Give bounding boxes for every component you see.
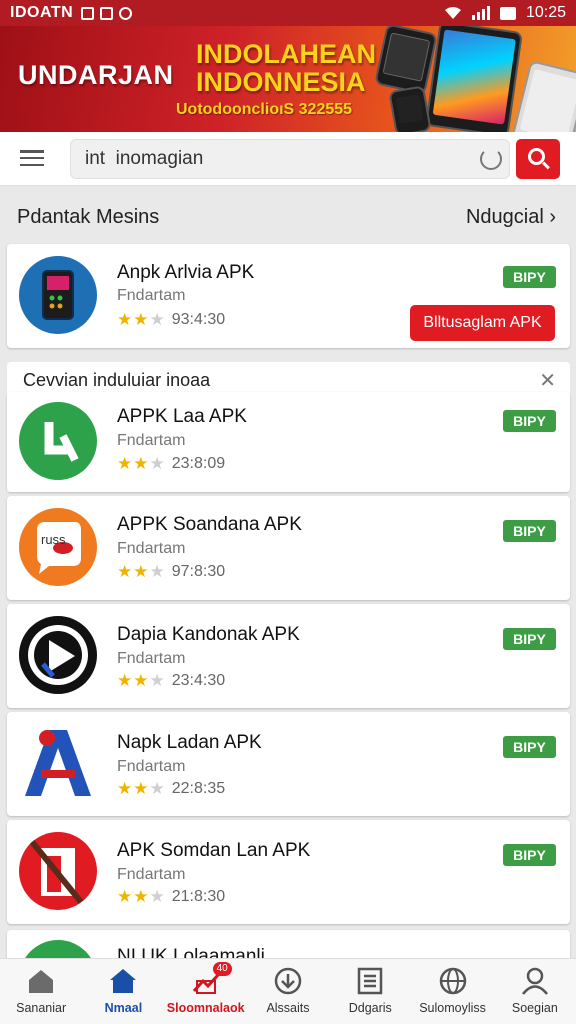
star-icon: ★ — [117, 671, 133, 690]
app-badge[interactable]: BIPY — [503, 410, 556, 432]
battery-icon — [499, 6, 516, 20]
star-icon: ★ — [149, 887, 165, 906]
nav-item-profile[interactable]: Soegian — [494, 959, 576, 1024]
app-developer: Fndartam — [117, 866, 186, 883]
nav-item-list[interactable]: Ddgaris — [329, 959, 411, 1024]
app-name: APPK Laa APK — [117, 406, 247, 427]
app-badge[interactable]: BIPY — [503, 520, 556, 542]
star-icon: ★ — [133, 671, 149, 690]
app-icon — [19, 256, 97, 334]
app-badge[interactable]: BIPY — [503, 628, 556, 650]
user-icon — [521, 967, 548, 995]
phone-image — [510, 59, 576, 132]
nav-item-globe[interactable]: Sulomoyliss — [411, 959, 493, 1024]
letter-a-icon — [19, 724, 97, 802]
star-icon: ★ — [133, 562, 149, 581]
house-blue-icon — [110, 969, 137, 993]
star-icon: ★ — [117, 887, 133, 906]
star-icon: ★ — [133, 779, 149, 798]
close-icon[interactable]: ✕ — [539, 368, 556, 393]
bottom-nav: Sananiar Nmaal 40 Sloomnalaok Alssaits D… — [0, 958, 576, 1024]
app-developer: Fndartam — [117, 758, 186, 775]
star-icon: ★ — [149, 671, 165, 690]
promo-banner[interactable]: UNDARJAN INDOLAHEAN INDONNESIA Uotodoonc… — [0, 26, 576, 132]
status-bar: IDOATN 10:25 — [0, 0, 576, 26]
star-icon: ★ — [117, 454, 133, 473]
search-input[interactable] — [70, 139, 510, 179]
pen-icon — [19, 832, 97, 910]
section-title: Pdantak Mesins — [17, 206, 160, 228]
app-name: Anpk Arlvia APK — [117, 262, 255, 283]
list-item[interactable]: Napk Ladan APK Fndartam ★ ★ ★ 22:8:35 BIPY — [7, 712, 570, 816]
app-rating: ★ ★ ★ 93:4:30 — [117, 310, 226, 329]
star-icon: ★ — [133, 454, 149, 473]
list-header: Cevvian induluiar inoaa — [23, 370, 211, 390]
app-rating: ★ ★ ★ 22:8:35 — [117, 779, 226, 798]
list-item[interactable]: russ APPK Soandana APK Fndartam ★ ★ ★ 97:8… — [7, 496, 570, 600]
app-rating: ★ ★ ★ 21:8:30 — [117, 887, 226, 906]
star-icon: ★ — [149, 562, 165, 581]
app-badge[interactable]: BIPY — [503, 844, 556, 866]
nav-item-home[interactable]: Sananiar — [0, 959, 82, 1024]
download-apk-button[interactable]: Blltusaglam APK — [410, 305, 555, 341]
menu-icon[interactable] — [20, 150, 44, 166]
svg-text:russ: russ — [41, 532, 66, 547]
orange-chat-icon: russ — [19, 508, 97, 586]
app-name: APPK Soandana APK — [117, 514, 302, 535]
clock-time: 10:25 — [525, 4, 566, 21]
download-icon — [274, 967, 302, 995]
app-rating: ★ ★ ★ 23:4:30 — [117, 671, 226, 690]
play-icon — [19, 616, 97, 694]
app-name: Napk Ladan APK — [117, 732, 262, 753]
refresh-icon[interactable] — [480, 148, 502, 170]
phone-image — [425, 26, 523, 132]
section-header: Pdantak Mesins Ndugcial › — [0, 196, 576, 240]
notification-icon — [81, 6, 95, 20]
star-icon: ★ — [149, 779, 165, 798]
nav-item-main[interactable]: Nmaal — [82, 959, 164, 1024]
star-icon: ★ — [133, 310, 149, 329]
list-item[interactable]: Dapia Kandonak APK Fndartam ★ ★ ★ 23:4:30 … — [7, 604, 570, 708]
app-developer: Fndartam — [117, 287, 186, 304]
nav-item-trending[interactable]: 40 Sloomnalaok — [165, 959, 247, 1024]
list-item[interactable]: APPK Laa APK Fndartam ★ ★ ★ 23:8:09 BIPY — [7, 392, 570, 492]
green-arrow-icon — [19, 402, 97, 480]
star-icon: ★ — [117, 310, 133, 329]
app-name: Dapia Kandonak APK — [117, 624, 300, 645]
star-icon: ★ — [149, 310, 165, 329]
banner-left-text: UNDARJAN — [18, 60, 174, 90]
section-more-link[interactable]: Ndugcial › — [466, 206, 556, 229]
app-developer: Fndartam — [117, 650, 186, 667]
signal-icon — [471, 6, 490, 20]
app-badge[interactable]: BIPY — [503, 736, 556, 758]
star-icon: ★ — [133, 887, 149, 906]
star-icon: ★ — [117, 562, 133, 581]
gallery-icon — [100, 6, 114, 20]
globe-icon — [439, 967, 466, 995]
app-badge[interactable]: BIPY — [503, 266, 556, 288]
star-icon: ★ — [149, 454, 165, 473]
chevron-right-icon: › — [549, 206, 556, 228]
home-icon — [29, 970, 54, 993]
search-bar — [0, 132, 576, 186]
clock-icon — [119, 6, 133, 20]
list-icon — [358, 967, 383, 995]
star-icon: ★ — [117, 779, 133, 798]
nav-badge: 40 — [212, 962, 232, 976]
app-rating: ★ ★ ★ 97:8:30 — [117, 562, 226, 581]
app-name: APK Somdan Lan APK — [117, 840, 311, 861]
featured-app-card[interactable]: Anpk Arlvia APK Fndartam ★ ★ ★ 93:4:30 BIP… — [7, 244, 570, 348]
app-developer: Fndartam — [117, 432, 186, 449]
search-button[interactable] — [516, 139, 560, 179]
app-developer: Fndartam — [117, 540, 186, 557]
list-item[interactable]: APK Somdan Lan APK Fndartam ★ ★ ★ 21:8:30 … — [7, 820, 570, 924]
carrier-label: IDOATN — [10, 4, 74, 21]
wifi-icon — [444, 7, 461, 19]
banner-subtitle: UotodoonclioıS 322555 — [176, 101, 353, 118]
nav-item-downloads[interactable]: Alssaits — [247, 959, 329, 1024]
app-rating: ★ ★ ★ 23:8:09 — [117, 454, 226, 473]
